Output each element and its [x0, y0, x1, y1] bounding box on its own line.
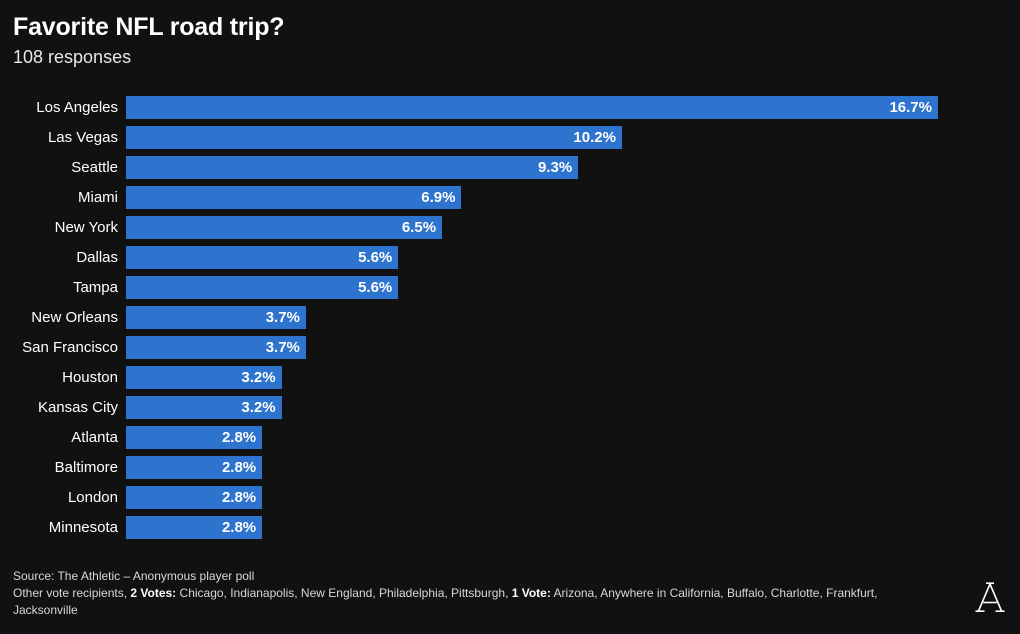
bar-value-label: 9.3% — [537, 159, 573, 176]
bar-category-label: Seattle — [71, 159, 118, 176]
bar-category-label: New Orleans — [31, 309, 118, 326]
bar-fill: 10.2% — [126, 126, 622, 149]
bar-fill: 3.2% — [126, 366, 282, 389]
bar-row: London 2.8% — [0, 486, 1020, 509]
bar-track: 2.8% — [126, 486, 1020, 509]
chart-page: Favorite NFL road trip? 108 responses Lo… — [0, 0, 1020, 634]
bar-value-label: 3.2% — [241, 399, 276, 416]
bar-track: 6.5% — [126, 216, 1020, 239]
bar-row: Los Angeles 16.7% — [0, 96, 1020, 119]
bar-value-label: 10.2% — [573, 129, 616, 146]
bar-row: New York 6.5% — [0, 216, 1020, 239]
bar-category-label: Miami — [78, 189, 118, 206]
bar-category-label: Tampa — [72, 279, 118, 296]
bar-category-label: Atlanta — [71, 429, 118, 446]
bar-fill: 6.5% — [126, 216, 443, 239]
bar-row: San Francisco 3.7% — [0, 336, 1020, 359]
bar-fill: 3.2% — [126, 396, 282, 419]
bar-category-label: Kansas City — [37, 399, 118, 416]
bar-fill: 6.9% — [126, 186, 462, 209]
bar-fill: 9.3% — [126, 156, 579, 179]
bar-value-label: 3.2% — [241, 369, 276, 386]
bar-row: Las Vegas 10.2% — [0, 126, 1020, 149]
bar-row: New Orleans 3.7% — [0, 306, 1020, 329]
bar-category-label: Dallas — [76, 249, 118, 266]
bar-track: 10.2% — [126, 126, 1020, 149]
bar-chart: Los Angeles 16.7% Las Vegas 10.2% Seattle 9.3… — [0, 96, 1020, 548]
page-title: Favorite NFL road trip? — [13, 13, 285, 41]
bar-row: Atlanta 2.8% — [0, 426, 1020, 449]
bar-fill: 5.6% — [126, 276, 399, 299]
chart-footer: Source: The Athletic – Anonymous player … — [13, 568, 943, 619]
bar-track: 2.8% — [126, 456, 1020, 479]
bar-fill: 5.6% — [126, 246, 399, 269]
bar-category-label: Las Vegas — [47, 129, 118, 146]
bar-fill: 2.8% — [126, 456, 263, 479]
bar-category-label: San Francisco — [22, 339, 118, 356]
bar-row: Minnesota 2.8% — [0, 516, 1020, 539]
chart-header: Favorite NFL road trip? 108 responses — [13, 12, 913, 68]
two-votes-label: 2 Votes: — [130, 586, 177, 600]
bar-fill: 2.8% — [126, 426, 263, 449]
bar-fill: 3.7% — [126, 306, 306, 329]
bar-value-label: 16.7% — [889, 99, 932, 116]
bar-track: 16.7% — [126, 96, 1020, 119]
other-votes-prefix: Other vote recipients, — [13, 586, 131, 600]
bar-row: Kansas City 3.2% — [0, 396, 1020, 419]
bar-track: 2.8% — [126, 516, 1020, 539]
bar-fill: 2.8% — [126, 516, 263, 539]
bar-value-label: 2.8% — [221, 489, 257, 506]
source-note: Source: The Athletic – Anonymous player … — [13, 569, 255, 583]
bar-row: Seattle 9.3% — [0, 156, 1020, 179]
bar-category-label: London — [67, 489, 118, 506]
bar-row: Tampa 5.6% — [0, 276, 1020, 299]
bar-row: Dallas 5.6% — [0, 246, 1020, 269]
bar-row: Houston 3.2% — [0, 366, 1020, 389]
bar-category-label: Los Angeles — [36, 99, 118, 116]
bar-row: Baltimore 2.8% — [0, 456, 1020, 479]
bar-track: 9.3% — [126, 156, 1020, 179]
chart-subtitle: 108 responses — [13, 47, 132, 67]
bar-fill: 3.7% — [126, 336, 306, 359]
bar-fill: 16.7% — [126, 96, 938, 119]
bar-value-label: 3.7% — [265, 309, 300, 326]
bar-fill: 2.8% — [126, 486, 263, 509]
bar-track: 3.2% — [126, 396, 1020, 419]
one-vote-label: 1 Vote: — [511, 586, 551, 600]
bar-value-label: 3.7% — [265, 339, 300, 356]
bar-category-label: Minnesota — [48, 519, 118, 536]
bar-value-label: 2.8% — [221, 429, 257, 446]
other-votes-note: Other vote recipients, 2 Votes: Chicago,… — [13, 585, 943, 619]
bar-track: 3.7% — [126, 306, 1020, 329]
two-votes-list: Chicago, Indianapolis, New England, Phil… — [176, 586, 512, 600]
bar-value-label: 2.8% — [221, 459, 257, 476]
bar-value-label: 5.6% — [358, 249, 393, 266]
bar-track: 6.9% — [126, 186, 1020, 209]
bar-track: 3.7% — [126, 336, 1020, 359]
bar-track: 2.8% — [126, 426, 1020, 449]
bar-category-label: New York — [54, 219, 118, 236]
bar-value-label: 6.9% — [421, 189, 456, 206]
bar-value-label: 5.6% — [358, 279, 393, 296]
bar-value-label: 6.5% — [401, 219, 437, 236]
bar-value-label: 2.8% — [221, 519, 257, 536]
bar-category-label: Houston — [62, 369, 118, 386]
bar-row: Miami 6.9% — [0, 186, 1020, 209]
bar-track: 5.6% — [126, 276, 1020, 299]
bar-track: 5.6% — [126, 246, 1020, 269]
the-athletic-logo — [974, 580, 1006, 616]
bar-track: 3.2% — [126, 366, 1020, 389]
bar-category-label: Baltimore — [54, 459, 118, 476]
